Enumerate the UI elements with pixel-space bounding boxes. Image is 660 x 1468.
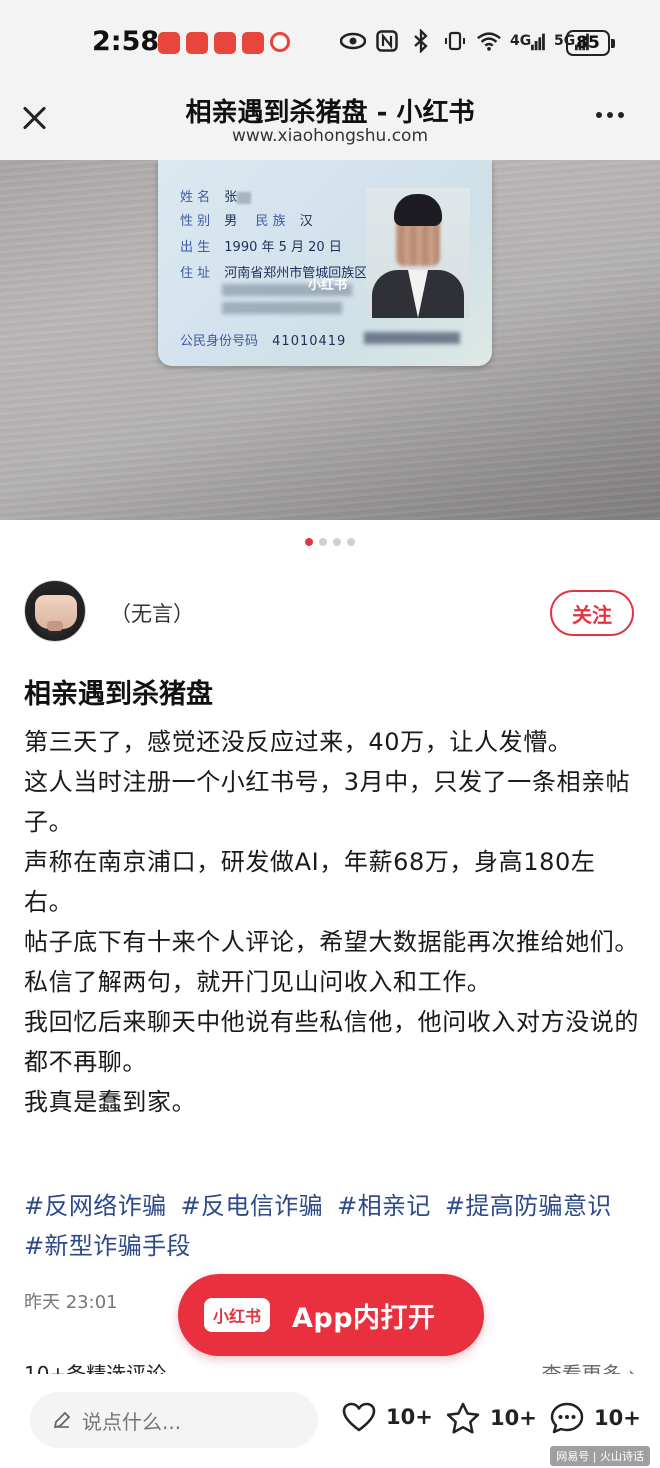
collect-button[interactable]: 10+ bbox=[446, 1402, 537, 1434]
page-title: 相亲遇到杀猪盘 - 小红书 bbox=[185, 98, 475, 128]
open-in-app-button[interactable]: 小红书 App内打开 bbox=[178, 1274, 484, 1356]
browser-header: 相亲遇到杀猪盘 - 小红书 www.xiaohongshu.com bbox=[0, 88, 660, 160]
nfc-icon bbox=[374, 28, 400, 54]
source-credit: 网易号 | 火山诗话 bbox=[550, 1446, 650, 1466]
card-ethnicity-value: 汉 bbox=[299, 214, 313, 229]
author-name[interactable]: （无言） bbox=[110, 598, 194, 628]
card-name-label: 姓 名 bbox=[180, 190, 211, 205]
card-id-row: 公民身份号码 41010419 bbox=[180, 330, 346, 349]
card-birth-label: 出 生 bbox=[180, 240, 211, 255]
hashtag-link[interactable]: #反网络诈骗 bbox=[24, 1192, 167, 1220]
card-id-value: 41010419 bbox=[272, 334, 347, 349]
comment-input[interactable]: 说点什么... bbox=[30, 1392, 318, 1448]
network-4g-label: 4G bbox=[510, 33, 532, 49]
blurred-address-line bbox=[222, 302, 342, 314]
card-name-row: 姓 名 张 bbox=[180, 186, 252, 205]
bottom-action-bar: 说点什么... 10+ 10+ 10+ 网易号 | 火山诗话 bbox=[0, 1374, 660, 1468]
card-sex-value: 男 bbox=[224, 214, 238, 229]
hashtag-link[interactable]: #新型诈骗手段 bbox=[24, 1232, 191, 1260]
comments-header: 10+条精选评论 查看更多 › bbox=[24, 1360, 636, 1374]
id-portrait bbox=[366, 188, 470, 318]
notification-icons bbox=[158, 32, 290, 54]
heart-icon bbox=[342, 1402, 376, 1432]
card-ethnicity-label: 民 族 bbox=[255, 214, 286, 229]
comment-button[interactable]: 10+ bbox=[550, 1402, 641, 1434]
comment-icon bbox=[550, 1402, 584, 1434]
post-date: 昨天 23:01 bbox=[24, 1292, 118, 1313]
post-body: 第三天了，感觉还没反应过来，40万，让人发懵。 这人当时注册一个小红书号，3月中… bbox=[24, 722, 640, 1122]
author-avatar[interactable] bbox=[24, 580, 86, 642]
post-paragraph: 帖子底下有十来个人评论，希望大数据能再次推给她们。 bbox=[24, 928, 639, 956]
open-in-app-label: App内打开 bbox=[292, 1302, 436, 1334]
view-more-link[interactable]: 查看更多 › bbox=[542, 1360, 636, 1374]
post-title: 相亲遇到杀猪盘 bbox=[24, 679, 213, 710]
post-paragraph: 第三天了，感觉还没反应过来，40万，让人发懵。 bbox=[24, 728, 573, 756]
blurred-id-digits bbox=[364, 332, 460, 344]
signal-4g-icon: 4G bbox=[510, 28, 546, 54]
bluetooth-icon bbox=[408, 28, 434, 54]
hashtag-link[interactable]: #提高防骗意识 bbox=[445, 1192, 612, 1220]
battery-indicator: 85 bbox=[566, 30, 615, 56]
id-card: 姓 名 张 性 别 男 民 族 汉 出 生 1990 年 5 月 20 日 住 … bbox=[158, 160, 492, 366]
post-image[interactable]: 姓 名 张 性 别 男 民 族 汉 出 生 1990 年 5 月 20 日 住 … bbox=[0, 160, 660, 520]
post-paragraph: 声称在南京浦口，研发做AI，年薪68万，身高180左右。 bbox=[24, 848, 596, 916]
status-time: 2:58 bbox=[92, 26, 160, 57]
battery-level: 85 bbox=[576, 33, 600, 53]
post-tags: #反网络诈骗 #反电信诈骗 #相亲记 #提高防骗意识 #新型诈骗手段 bbox=[24, 1186, 640, 1266]
huawei-mall-icon bbox=[186, 32, 208, 54]
status-bar: 2:58 4G 5G 85 bbox=[0, 0, 660, 88]
vibrate-icon bbox=[442, 28, 468, 54]
post-paragraph: 私信了解两句，就开门见山问收入和工作。 bbox=[24, 968, 492, 996]
card-name-value: 张 bbox=[224, 190, 238, 205]
card-id-label: 公民身份号码 bbox=[180, 334, 259, 349]
carousel-indicator bbox=[0, 538, 660, 546]
image-watermark: 小红书 bbox=[308, 278, 348, 293]
pen-icon bbox=[52, 1410, 72, 1430]
comment-placeholder: 说点什么... bbox=[82, 1409, 182, 1434]
carousel-dot-active bbox=[305, 538, 313, 546]
more-options-icon[interactable] bbox=[596, 112, 624, 118]
app-notification-icon bbox=[158, 32, 180, 54]
eye-icon bbox=[340, 28, 366, 54]
carousel-dot bbox=[347, 538, 355, 546]
follow-button[interactable]: 关注 bbox=[550, 590, 634, 636]
carousel-dot bbox=[319, 538, 327, 546]
like-count: 10+ bbox=[386, 1405, 433, 1429]
comments-count: 10+条精选评论 bbox=[24, 1362, 167, 1374]
card-birth-value: 1990 年 5 月 20 日 bbox=[224, 240, 342, 255]
system-icons: 4G 5G bbox=[340, 28, 590, 54]
post-paragraph: 这人当时注册一个小红书号，3月中，只发了一条相亲帖子。 bbox=[24, 768, 631, 836]
wifi-icon bbox=[476, 28, 502, 54]
post-paragraph: 我回忆后来聊天中他说有些私信他，他问收入对方没说的都不再聊。 bbox=[24, 1008, 639, 1076]
card-sex-label: 性 别 bbox=[180, 214, 211, 229]
star-icon bbox=[446, 1402, 480, 1434]
xiaohongshu-logo: 小红书 bbox=[204, 1298, 270, 1332]
hashtag-link[interactable]: #反电信诈骗 bbox=[181, 1192, 324, 1220]
page-url: www.xiaohongshu.com bbox=[231, 126, 428, 146]
hashtag-link[interactable]: #相亲记 bbox=[337, 1192, 431, 1220]
collect-count: 10+ bbox=[490, 1406, 537, 1430]
app-notification-icon bbox=[214, 32, 236, 54]
card-address-label: 住 址 bbox=[180, 266, 211, 281]
comment-count: 10+ bbox=[594, 1406, 641, 1430]
like-button[interactable]: 10+ bbox=[342, 1402, 433, 1432]
card-birth-row: 出 生 1990 年 5 月 20 日 bbox=[180, 236, 342, 255]
jd-icon bbox=[270, 32, 290, 52]
app-notification-icon bbox=[242, 32, 264, 54]
carousel-dot bbox=[333, 538, 341, 546]
post-paragraph: 我真是蠢到家。 bbox=[24, 1088, 197, 1116]
card-sex-row: 性 别 男 民 族 汉 bbox=[180, 210, 313, 229]
